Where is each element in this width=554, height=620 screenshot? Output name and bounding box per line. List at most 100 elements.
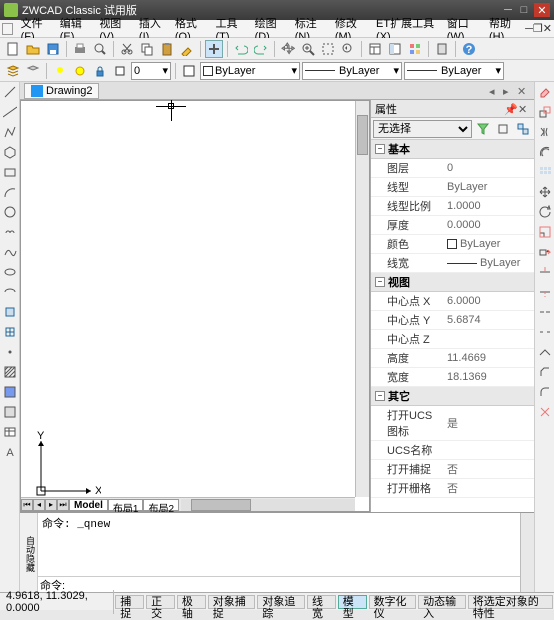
layer-bulb-icon[interactable] xyxy=(51,62,69,80)
join-icon[interactable] xyxy=(536,343,554,361)
status-dyn[interactable]: 动态输入 xyxy=(418,595,466,609)
extend-icon[interactable] xyxy=(536,283,554,301)
rotate-icon[interactable] xyxy=(536,203,554,221)
command-input[interactable] xyxy=(67,578,518,592)
print-icon[interactable] xyxy=(71,40,89,58)
layout-next-icon[interactable]: ▸ xyxy=(45,499,57,511)
group-view[interactable]: −视图 xyxy=(371,273,534,292)
tab-model[interactable]: Model xyxy=(69,499,108,511)
prop-row-ucsname[interactable]: UCS名称 xyxy=(371,441,534,460)
layout-first-icon[interactable]: ⏮ xyxy=(21,499,33,511)
group-misc[interactable]: −其它 xyxy=(371,387,534,406)
linetype-combo[interactable]: ByLayer▾ xyxy=(302,62,402,80)
trim-icon[interactable] xyxy=(536,263,554,281)
status-qp[interactable]: 将选定对象的特性 xyxy=(468,595,553,609)
tool-palette-icon[interactable] xyxy=(406,40,424,58)
toggle-pickadd-icon[interactable] xyxy=(514,120,532,138)
tab-layout1[interactable]: 布局1 xyxy=(108,499,144,511)
doc-minimize-button[interactable]: ─ xyxy=(525,23,533,35)
prop-row-ltscale[interactable]: 线型比例1.0000 xyxy=(371,197,534,216)
status-tablet[interactable]: 数字化仪 xyxy=(369,595,417,609)
zoom-window-icon[interactable] xyxy=(319,40,337,58)
status-lwt[interactable]: 线宽 xyxy=(307,595,336,609)
lineweight-combo[interactable]: ByLayer▾ xyxy=(404,62,504,80)
chamfer-icon[interactable] xyxy=(536,363,554,381)
circle-icon[interactable] xyxy=(1,203,19,221)
prop-row-grips[interactable]: 打开捕捉否 xyxy=(371,460,534,479)
command-scrollbar[interactable] xyxy=(520,513,534,592)
color-box-icon[interactable] xyxy=(180,62,198,80)
status-ortho[interactable]: 正交 xyxy=(146,595,175,609)
doc-restore-button[interactable]: ❐ xyxy=(533,22,543,35)
arc-icon[interactable] xyxy=(1,183,19,201)
save-icon[interactable] xyxy=(44,40,62,58)
prop-row-color[interactable]: 颜色ByLayer xyxy=(371,235,534,254)
tab-close-icon[interactable]: ✕ xyxy=(517,85,529,97)
prop-row-centerz[interactable]: 中心点 Z xyxy=(371,330,534,349)
table-icon[interactable] xyxy=(1,423,19,441)
layer-prev-icon[interactable] xyxy=(24,62,42,80)
calc-icon[interactable] xyxy=(433,40,451,58)
open-icon[interactable] xyxy=(24,40,42,58)
array-icon[interactable] xyxy=(536,163,554,181)
break-at-point-icon[interactable] xyxy=(536,303,554,321)
selection-combo[interactable]: 无选择 xyxy=(373,120,472,138)
pan-realtime-icon[interactable] xyxy=(205,40,223,58)
redo-icon[interactable] xyxy=(252,40,270,58)
layout-last-icon[interactable]: ⏭ xyxy=(57,499,69,511)
prop-row-thickness[interactable]: 厚度0.0000 xyxy=(371,216,534,235)
command-sidebar-label[interactable]: 自动隐藏 xyxy=(20,513,38,592)
break-icon[interactable] xyxy=(536,323,554,341)
status-snap[interactable]: 捕捉 xyxy=(115,595,144,609)
tab-layout2[interactable]: 布局2 xyxy=(143,499,179,511)
status-osnap[interactable]: 对象捕捉 xyxy=(208,595,256,609)
design-center-icon[interactable] xyxy=(386,40,404,58)
status-otrack[interactable]: 对象追踪 xyxy=(257,595,305,609)
prop-row-ucsicon[interactable]: 打开UCS图标是 xyxy=(371,406,534,441)
mtext-icon[interactable]: A xyxy=(1,443,19,461)
preview-icon[interactable] xyxy=(91,40,109,58)
group-basic[interactable]: −基本 xyxy=(371,140,534,159)
explode-icon[interactable] xyxy=(536,403,554,421)
match-prop-icon[interactable] xyxy=(178,40,196,58)
vertical-scrollbar[interactable] xyxy=(355,101,369,497)
doc-close-button[interactable]: ✕ xyxy=(543,22,552,35)
prop-row-grid[interactable]: 打开栅格否 xyxy=(371,479,534,498)
status-polar[interactable]: 极轴 xyxy=(177,595,206,609)
layer-freeze-icon[interactable] xyxy=(71,62,89,80)
rectangle-icon[interactable] xyxy=(1,163,19,181)
prop-row-layer[interactable]: 图层0 xyxy=(371,159,534,178)
doc-tab-drawing2[interactable]: Drawing2 xyxy=(24,83,99,99)
prop-row-linetype[interactable]: 线型ByLayer xyxy=(371,178,534,197)
mirror-icon[interactable] xyxy=(536,123,554,141)
prop-row-height[interactable]: 高度11.4669 xyxy=(371,349,534,368)
fillet-icon[interactable] xyxy=(536,383,554,401)
region-icon[interactable] xyxy=(1,403,19,421)
insert-block-icon[interactable] xyxy=(1,303,19,321)
prop-row-centerx[interactable]: 中心点 X6.0000 xyxy=(371,292,534,311)
move-icon[interactable] xyxy=(536,183,554,201)
close-button[interactable]: ✕ xyxy=(534,3,550,17)
help-icon[interactable]: ? xyxy=(460,40,478,58)
layer-color-icon[interactable] xyxy=(111,62,129,80)
spline-icon[interactable] xyxy=(1,243,19,261)
line-icon[interactable] xyxy=(1,83,19,101)
panel-close-icon[interactable]: ✕ xyxy=(518,103,530,115)
paste-icon[interactable] xyxy=(158,40,176,58)
polyline-icon[interactable] xyxy=(1,123,19,141)
layer-lock-icon[interactable] xyxy=(91,62,109,80)
ellipse-icon[interactable] xyxy=(1,263,19,281)
construction-line-icon[interactable] xyxy=(1,103,19,121)
undo-icon[interactable] xyxy=(232,40,250,58)
tab-prev-icon[interactable]: ◂ xyxy=(489,85,501,97)
horizontal-scrollbar[interactable] xyxy=(181,499,355,511)
panel-pin-icon[interactable]: 📌 xyxy=(504,103,516,115)
make-block-icon[interactable] xyxy=(1,323,19,341)
prop-row-lineweight[interactable]: 线宽ByLayer xyxy=(371,254,534,273)
revcloud-icon[interactable] xyxy=(1,223,19,241)
prop-row-width[interactable]: 宽度18.1369 xyxy=(371,368,534,387)
hatch-icon[interactable] xyxy=(1,363,19,381)
stretch-icon[interactable] xyxy=(536,243,554,261)
properties-icon[interactable] xyxy=(366,40,384,58)
copy-icon[interactable] xyxy=(138,40,156,58)
